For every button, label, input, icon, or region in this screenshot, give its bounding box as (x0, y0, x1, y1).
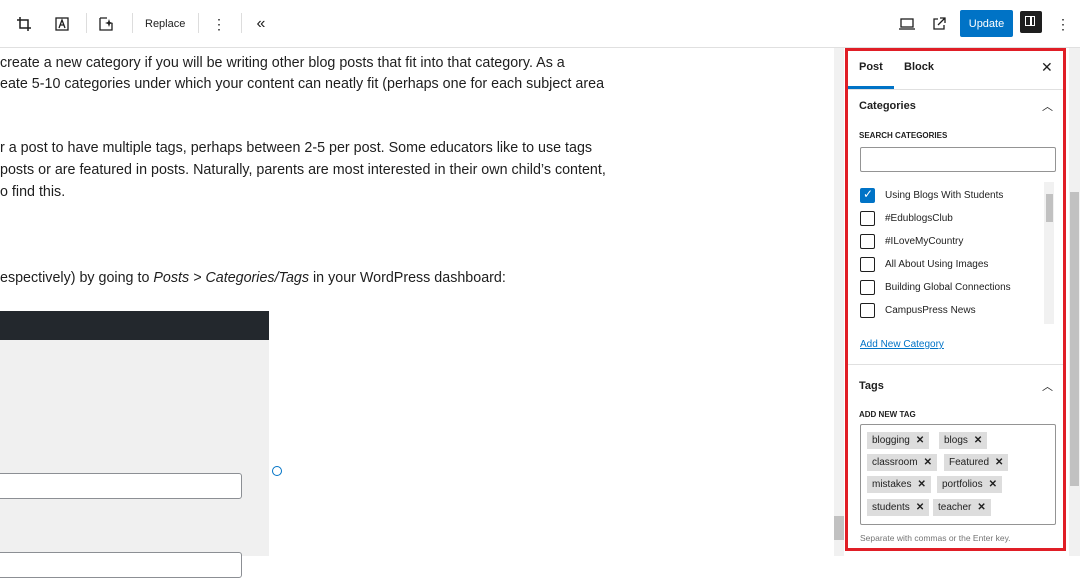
category-item[interactable]: Building Global Connections (860, 279, 1011, 295)
settings-sidebar-toggle-icon[interactable] (1020, 11, 1042, 33)
paragraph-line[interactable]: r a post to have multiple tags, perhaps … (0, 137, 592, 159)
remove-tag-icon[interactable]: ✕ (989, 479, 997, 490)
toolbar-divider (132, 13, 133, 33)
chevron-up-icon[interactable]: ︿ (1042, 378, 1053, 394)
text-overlay-icon[interactable] (52, 12, 72, 36)
tag-label: students (872, 502, 910, 513)
tag-label: classroom (872, 457, 918, 468)
tag-help-text: Separate with commas or the Enter key. (860, 533, 1011, 543)
category-item[interactable]: #EdublogsClub (860, 210, 953, 226)
tag-label: portfolios (942, 479, 983, 490)
tag-token: blogging ✕ (867, 432, 930, 449)
tag-label: blogs (944, 435, 968, 446)
category-checkbox[interactable] (860, 187, 875, 203)
category-label: All About Using Images (885, 258, 989, 270)
tag-label: blogging (872, 435, 910, 446)
external-link-icon[interactable] (929, 12, 949, 36)
tags-panel-title[interactable]: Tags (859, 380, 884, 392)
more-options-icon[interactable]: ⋮ (209, 12, 229, 36)
category-label: Building Global Connections (885, 281, 1011, 293)
chevron-up-icon[interactable]: ︿ (1042, 98, 1053, 114)
dashboard-path: Posts > Categories/Tags (153, 270, 310, 286)
options-menu-icon[interactable]: ⋮ (1053, 12, 1073, 36)
category-item[interactable]: CampusPress News (860, 302, 976, 318)
category-list-scrollbar-thumb[interactable] (1046, 194, 1053, 222)
remove-tag-icon[interactable]: ✕ (977, 502, 985, 513)
category-item[interactable]: #ILoveMyCountry (860, 233, 963, 249)
tab-block[interactable]: Block (904, 61, 934, 73)
category-checkbox[interactable] (860, 233, 875, 249)
add-new-tag-label: ADD NEW TAG (859, 410, 916, 419)
category-checkbox[interactable] (860, 210, 875, 226)
search-categories-label: SEARCH CATEGORIES (859, 131, 948, 140)
category-checkbox[interactable] (860, 302, 875, 318)
category-list: Using Blogs With Students #EdublogsClub … (860, 182, 1056, 324)
remove-tag-icon[interactable]: ✕ (924, 457, 932, 468)
replace-button[interactable]: Replace (145, 12, 185, 36)
category-label: Using Blogs With Students (885, 189, 1004, 201)
close-icon[interactable]: ✕ (1041, 59, 1053, 76)
remove-tag-icon[interactable]: ✕ (917, 479, 925, 490)
category-label: #ILoveMyCountry (885, 235, 964, 247)
tag-token: Featured ✕ (944, 454, 1009, 471)
tag-token: blogs ✕ (939, 432, 988, 449)
category-item[interactable]: Using Blogs With Students (860, 187, 1003, 203)
category-item[interactable]: All About Using Images (860, 256, 988, 272)
category-search-input[interactable] (860, 147, 1056, 172)
paragraph-line[interactable]: posts or are featured in posts. Naturall… (0, 159, 606, 181)
category-checkbox[interactable] (860, 279, 875, 295)
tag-token: students ✕ (867, 499, 930, 516)
tag-label: Featured (949, 457, 990, 468)
image-block[interactable] (0, 311, 269, 578)
tab-post[interactable]: Post (859, 61, 883, 73)
panel-divider (848, 364, 1063, 365)
tag-token: teacher ✕ (933, 499, 991, 516)
tag-token: classroom ✕ (867, 454, 937, 471)
add-new-category-link[interactable]: Add New Category (860, 339, 944, 350)
toolbar-divider (241, 13, 242, 33)
image-field (0, 473, 242, 499)
category-checkbox[interactable] (860, 256, 875, 272)
image-admin-bar (0, 311, 269, 340)
tag-label: mistakes (872, 479, 912, 490)
resize-handle[interactable] (272, 466, 282, 476)
update-button[interactable]: Update (960, 10, 1013, 37)
tag-label: teacher (938, 502, 972, 513)
tag-token: portfolios ✕ (937, 476, 1002, 493)
paragraph-line[interactable]: eate 5-10 categories under which your co… (0, 73, 604, 95)
remove-tag-icon[interactable]: ✕ (916, 435, 924, 446)
dashboard-paragraph[interactable]: espectively) by going to Posts > Categor… (0, 267, 506, 289)
block-toolbar: Replace ⋮ « Update ⋮ (0, 0, 1080, 48)
toolbar-divider (86, 13, 87, 33)
categories-panel-title[interactable]: Categories (859, 100, 916, 112)
category-label: #EdublogsClub (885, 212, 953, 224)
editor-scrollbar-thumb[interactable] (834, 516, 844, 540)
settings-sidebar: Post Block ✕ Categories ︿ SEARCH CATEGOR… (845, 48, 1066, 551)
preview-desktop-icon[interactable] (897, 12, 917, 36)
sidebar-scrollbar-thumb[interactable] (1070, 192, 1079, 486)
paragraph-line[interactable]: o find this. (0, 181, 65, 203)
tag-input[interactable]: blogging ✕ blogs ✕ classroom ✕ Featured ✕ mi… (860, 424, 1056, 525)
ai-edit-icon[interactable] (96, 12, 116, 36)
dashboard-text-before: espectively) by going to (0, 270, 154, 286)
sidebar-tabs: Post Block ✕ (848, 51, 1063, 90)
category-label: CampusPress News (885, 304, 976, 316)
active-tab-indicator (848, 86, 894, 89)
crop-icon[interactable] (14, 12, 34, 36)
collapse-toolbar-icon[interactable]: « (251, 12, 271, 36)
paragraph-line[interactable]: create a new category if you will be wri… (0, 52, 565, 74)
remove-tag-icon[interactable]: ✕ (916, 502, 924, 513)
dashboard-text-after: in your WordPress dashboard: (309, 270, 506, 286)
remove-tag-icon[interactable]: ✕ (974, 435, 982, 446)
remove-tag-icon[interactable]: ✕ (995, 457, 1003, 468)
toolbar-divider (198, 13, 199, 33)
editor-scrollbar[interactable] (834, 48, 844, 556)
tag-token: mistakes ✕ (867, 476, 931, 493)
